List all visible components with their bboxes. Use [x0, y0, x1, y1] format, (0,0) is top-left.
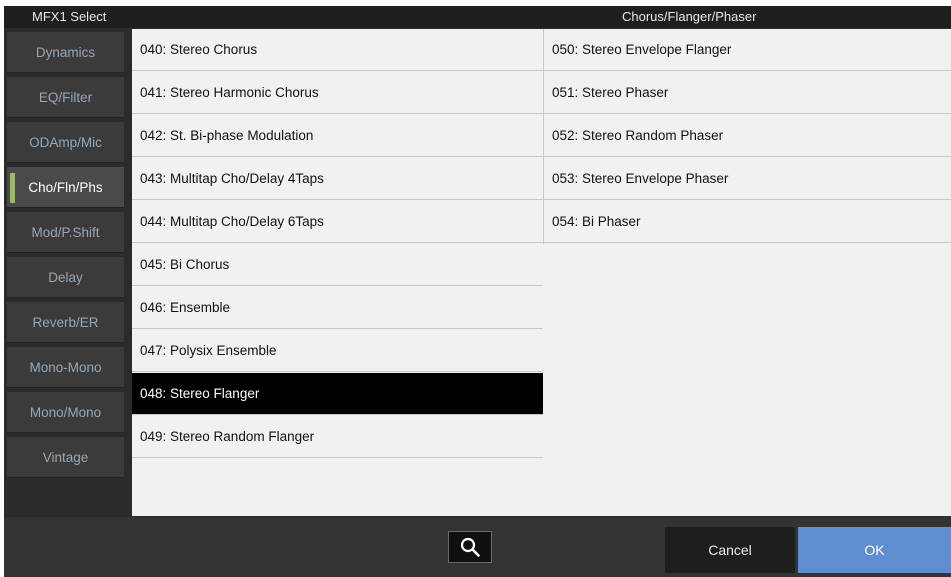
- category-tab-odamp-mic[interactable]: ODAmp/Mic: [7, 122, 124, 163]
- effect-item-051[interactable]: 051: Stereo Phaser: [544, 72, 951, 114]
- effect-list-left-column: 040: Stereo Chorus 041: Stereo Harmonic …: [132, 29, 543, 459]
- effect-list: 040: Stereo Chorus 041: Stereo Harmonic …: [132, 29, 951, 516]
- category-tab-eq-filter[interactable]: EQ/Filter: [7, 77, 124, 118]
- ok-button[interactable]: OK: [798, 527, 951, 573]
- selected-indicator: [10, 173, 15, 203]
- effect-item-053[interactable]: 053: Stereo Envelope Phaser: [544, 158, 951, 200]
- effect-item-050[interactable]: 050: Stereo Envelope Flanger: [544, 29, 951, 71]
- title-bar: MFX1 Select Chorus/Flanger/Phaser: [4, 6, 951, 28]
- category-tab-label: Mono/Mono: [29, 404, 102, 420]
- category-tab-cho-fln-phs[interactable]: Cho/Fln/Phs: [7, 167, 124, 208]
- category-tab-dynamics[interactable]: Dynamics: [7, 32, 124, 73]
- category-tab-label: Vintage: [42, 449, 89, 465]
- bottom-bar: Cancel OK: [4, 517, 951, 577]
- effect-item-044[interactable]: 044: Multitap Cho/Delay 6Taps: [132, 201, 543, 243]
- effect-item-042[interactable]: 042: St. Bi-phase Modulation: [132, 115, 543, 157]
- effect-item-054[interactable]: 054: Bi Phaser: [544, 201, 951, 243]
- mfx-select-dialog: MFX1 Select Chorus/Flanger/Phaser Dynami…: [4, 6, 951, 577]
- category-tab-mod-pshift[interactable]: Mod/P.Shift: [7, 212, 124, 253]
- category-tab-label: Mono-Mono: [29, 359, 102, 375]
- dialog-title: MFX1 Select: [32, 9, 107, 24]
- search-button[interactable]: [448, 531, 492, 563]
- effect-item-040[interactable]: 040: Stereo Chorus: [132, 29, 543, 71]
- category-tab-label: Reverb/ER: [32, 314, 99, 330]
- category-tab-label: ODAmp/Mic: [29, 134, 102, 150]
- effect-item-052[interactable]: 052: Stereo Random Phaser: [544, 115, 951, 157]
- ok-button-label: OK: [864, 542, 885, 558]
- category-tab-label: Delay: [48, 269, 83, 285]
- category-tab-label: EQ/Filter: [38, 89, 93, 105]
- effect-item-048-selected[interactable]: 048: Stereo Flanger: [132, 373, 543, 415]
- category-tab-delay[interactable]: Delay: [7, 257, 124, 298]
- category-tab-label: Cho/Fln/Phs: [28, 179, 103, 195]
- category-tab-vintage[interactable]: Vintage: [7, 437, 124, 478]
- category-tab-mono-slash-mono[interactable]: Mono/Mono: [7, 392, 124, 433]
- effect-item-045[interactable]: 045: Bi Chorus: [132, 244, 543, 286]
- effect-list-right-column: 050: Stereo Envelope Flanger 051: Stereo…: [543, 29, 951, 244]
- effect-item-046[interactable]: 046: Ensemble: [132, 287, 543, 329]
- effect-item-041[interactable]: 041: Stereo Harmonic Chorus: [132, 72, 543, 114]
- search-icon: [460, 537, 480, 557]
- category-tab-label: Mod/P.Shift: [31, 224, 100, 240]
- category-sidebar: Dynamics EQ/Filter ODAmp/Mic Cho/Fln/Phs…: [7, 32, 124, 482]
- cancel-button[interactable]: Cancel: [665, 527, 795, 573]
- effect-item-043[interactable]: 043: Multitap Cho/Delay 4Taps: [132, 158, 543, 200]
- category-title: Chorus/Flanger/Phaser: [622, 9, 757, 24]
- cancel-button-label: Cancel: [708, 542, 752, 558]
- category-tab-label: Dynamics: [35, 44, 96, 60]
- category-tab-reverb-er[interactable]: Reverb/ER: [7, 302, 124, 343]
- category-tab-mono-mono[interactable]: Mono-Mono: [7, 347, 124, 388]
- effect-item-049[interactable]: 049: Stereo Random Flanger: [132, 416, 543, 458]
- effect-item-047[interactable]: 047: Polysix Ensemble: [132, 330, 543, 372]
